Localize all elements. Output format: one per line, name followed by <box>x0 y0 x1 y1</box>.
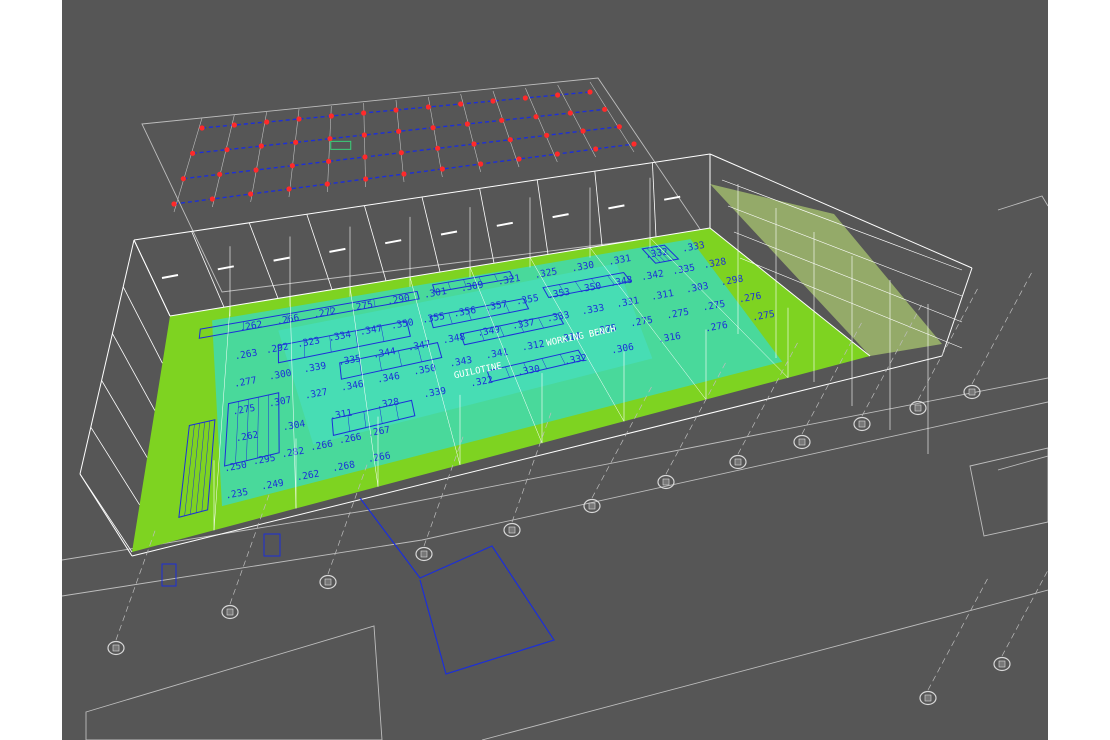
plan-column-marker <box>258 143 264 149</box>
scene-canvas[interactable]: .262.266.272.275.290.301.309.321.325.330… <box>62 0 1048 740</box>
plan-column-marker <box>326 158 332 164</box>
grid-reference-bubble-mark <box>858 420 866 428</box>
grid-reference-bubble-mark <box>924 694 932 702</box>
plan-column-marker <box>478 161 484 167</box>
plan-column-marker <box>602 106 608 112</box>
grid-reference-bubble-mark <box>420 550 428 558</box>
plan-column-marker <box>398 150 404 156</box>
viewport[interactable]: .262.266.272.275.290.301.309.321.325.330… <box>0 0 1110 740</box>
grid-reference-bubble-mark <box>734 458 742 466</box>
plan-column-marker <box>499 117 505 123</box>
plan-column-marker <box>631 141 637 147</box>
plan-column-marker <box>286 186 292 192</box>
plan-column-marker <box>180 176 186 182</box>
plan-column-marker <box>580 128 586 134</box>
plan-column-marker <box>328 113 334 119</box>
warehouse-3d-scene[interactable]: .262.266.272.275.290.301.309.321.325.330… <box>62 0 1048 740</box>
plan-column-marker <box>209 196 215 202</box>
plan-column-marker <box>507 137 513 143</box>
plan-column-marker <box>362 154 368 160</box>
plan-column-marker <box>587 89 593 95</box>
plan-column-marker <box>522 95 528 101</box>
grid-reference-bubble-mark <box>508 526 516 534</box>
plan-column-marker <box>616 124 622 130</box>
plan-column-marker <box>296 116 302 122</box>
grid-reference-bubble-mark <box>914 404 922 412</box>
plan-column-marker <box>435 145 441 151</box>
plan-column-marker <box>224 147 230 153</box>
plan-column-marker <box>199 125 205 131</box>
plan-column-marker <box>516 156 522 162</box>
plan-column-marker <box>327 136 333 142</box>
grid-reference-bubble-mark <box>968 388 976 396</box>
plan-column-marker <box>253 167 259 173</box>
plan-column-marker <box>361 110 367 116</box>
grid-reference-bubble-mark <box>588 502 596 510</box>
plan-column-marker <box>289 163 295 169</box>
plan-column-marker <box>264 119 270 125</box>
grid-reference-bubble-mark <box>662 478 670 486</box>
plan-column-marker <box>190 150 196 156</box>
plan-column-marker <box>171 201 177 207</box>
plan-column-marker <box>439 166 445 172</box>
grid-reference-bubble-mark <box>112 644 120 652</box>
plan-column-marker <box>425 104 431 110</box>
grid-reference-bubble-mark <box>798 438 806 446</box>
plan-column-marker <box>248 191 254 197</box>
plan-column-marker <box>361 132 367 138</box>
plan-column-marker <box>490 98 496 104</box>
plan-column-marker <box>471 141 477 147</box>
plan-column-marker <box>393 107 399 113</box>
plan-column-marker <box>544 132 550 138</box>
plan-column-marker <box>293 139 299 145</box>
plan-column-marker <box>401 171 407 177</box>
grid-reference-bubble-mark <box>998 660 1006 668</box>
plan-column-marker <box>324 181 330 187</box>
plan-column-marker <box>593 146 599 152</box>
plan-column-marker <box>567 110 573 116</box>
grid-reference-bubble-mark <box>324 578 332 586</box>
plan-column-marker <box>430 125 436 131</box>
plan-column-marker <box>363 176 369 182</box>
plan-column-marker <box>217 171 223 177</box>
plan-column-marker <box>533 114 539 120</box>
plan-column-marker <box>555 92 561 98</box>
plan-column-marker <box>464 121 470 127</box>
plan-column-marker <box>396 128 402 134</box>
plan-column-marker <box>231 122 237 128</box>
grid-reference-bubble-mark <box>226 608 234 616</box>
plan-column-marker <box>554 151 560 157</box>
plan-column-marker <box>458 101 464 107</box>
